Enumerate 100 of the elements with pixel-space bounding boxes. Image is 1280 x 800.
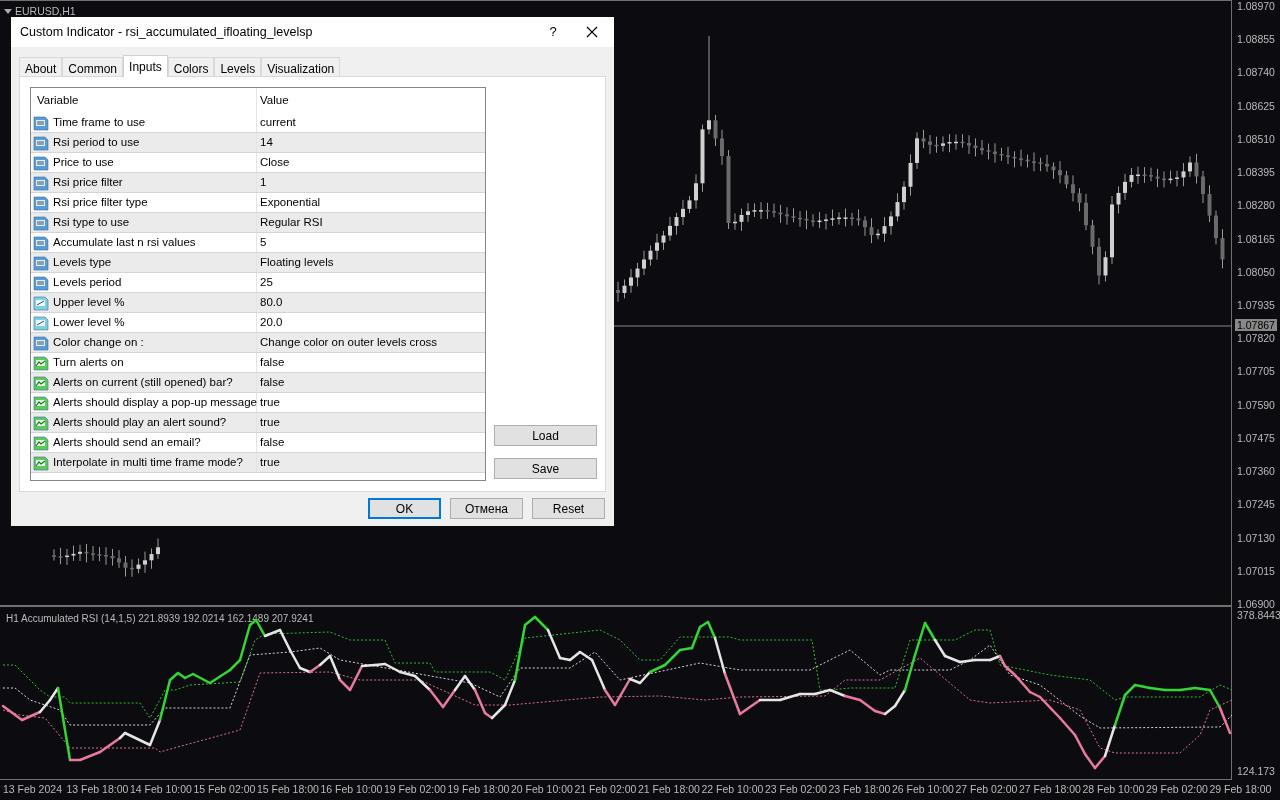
parameter-value[interactable]: true [257,453,485,472]
candle [1123,173,1127,201]
parameter-value[interactable]: 5 [257,233,485,252]
candle [960,133,965,149]
candle [1051,161,1056,180]
parameter-value[interactable]: false [257,433,485,452]
candle [1071,174,1075,202]
candle [655,233,659,261]
candle [616,281,620,303]
parameter-value[interactable]: Regular RSI [257,213,485,232]
tab[interactable]: Common [62,57,124,77]
price-label: 1.08050 [1237,265,1275,278]
integer-icon [33,134,49,151]
candle [876,228,880,240]
price-label: 1.07705 [1237,365,1275,378]
time-label: 15 Feb 18:00 [257,783,319,795]
parameter-value[interactable]: Close [257,153,485,172]
price-label: 1.07015 [1237,564,1275,577]
candle [999,147,1004,162]
parameter-value[interactable]: false [257,353,485,372]
candle [123,555,128,578]
price-label: 1.08395 [1237,166,1275,179]
candle [1038,157,1043,172]
tab[interactable]: Inputs [123,55,168,77]
parameter-value[interactable]: current [257,113,485,132]
parameter-value[interactable]: Exponential [257,193,485,212]
parameter-value[interactable]: 20.0 [257,313,485,332]
time-label: 19 Feb 02:00 [384,783,446,795]
candle [1077,187,1082,212]
candle [687,195,692,214]
candle [1220,228,1225,269]
parameter-value[interactable]: 80.0 [257,293,485,312]
price-label: 1.08970 [1237,0,1275,12]
candle [869,217,874,244]
candle [681,199,685,226]
integer-icon [33,254,49,271]
parameter-name: Upper level % [53,294,125,310]
fraction-icon [33,314,49,331]
candle [58,547,63,565]
candle [1116,185,1121,214]
price-label: 1.08625 [1237,99,1275,112]
side-button[interactable]: Save [494,458,597,479]
candle [1175,170,1179,187]
parameter-value[interactable]: Change color on outer levels cross [257,333,485,352]
candle [1214,209,1218,245]
candle [117,549,121,569]
help-button[interactable]: ? [530,22,576,42]
tab[interactable]: About [19,57,63,77]
integer-icon [33,214,49,231]
price-label: 1.07360 [1237,465,1275,478]
dialog-button[interactable]: OK [368,498,441,519]
parameter-value[interactable]: true [257,393,485,412]
tab[interactable]: Visualization [261,57,341,77]
chart-icon [33,454,49,471]
tab[interactable]: Colors [167,57,215,77]
time-label: 27 Feb 02:00 [955,783,1018,795]
parameter-value[interactable]: 1 [257,173,485,192]
candle [1064,170,1069,189]
time-label: 19 Feb 18:00 [447,783,510,795]
candle [1032,151,1036,172]
time-label: 14 Feb 10:00 [130,783,192,795]
integer-icon [33,274,49,291]
parameter-value[interactable]: 25 [257,273,485,292]
candle [915,131,919,170]
candle [941,135,945,153]
parameter-value[interactable]: 14 [257,133,485,152]
candle [1110,195,1114,265]
candle [1045,154,1049,173]
parameter-value[interactable]: true [257,413,485,432]
price-label: 1.07130 [1237,531,1275,544]
candle [78,544,82,562]
price-label: 1.08855 [1237,33,1275,46]
parameter-value[interactable]: false [257,373,485,392]
price-label: 1.07820 [1237,332,1275,345]
parameter-name: Accumulate last n rsi values [53,234,196,250]
dialog-button[interactable]: Reset [532,498,605,519]
time-label: 26 Feb 10:00 [892,783,954,795]
parameter-name: Rsi price filter [53,174,123,190]
candle [746,202,750,223]
dropdown-triangle-icon[interactable] [4,8,12,15]
candle [1006,146,1010,165]
close-icon[interactable] [586,26,598,38]
candle [824,213,828,231]
tab[interactable]: Levels [214,57,262,77]
side-button[interactable]: Load [494,425,597,446]
candle [1155,168,1160,188]
chart-icon [33,414,49,431]
parameter-name: Alerts should display a pop-up message [53,394,257,410]
parameter-value[interactable]: Floating levels [257,253,485,272]
candle [149,548,154,570]
candle [967,134,971,155]
candle [1097,237,1101,285]
candle [1025,154,1030,169]
candle [804,210,809,230]
price-label: 1.08280 [1237,199,1275,212]
candle [759,201,763,220]
chart-icon [33,394,49,411]
candle [1168,170,1173,184]
candle [1201,170,1205,204]
dialog-button[interactable]: Отмена [450,498,523,519]
